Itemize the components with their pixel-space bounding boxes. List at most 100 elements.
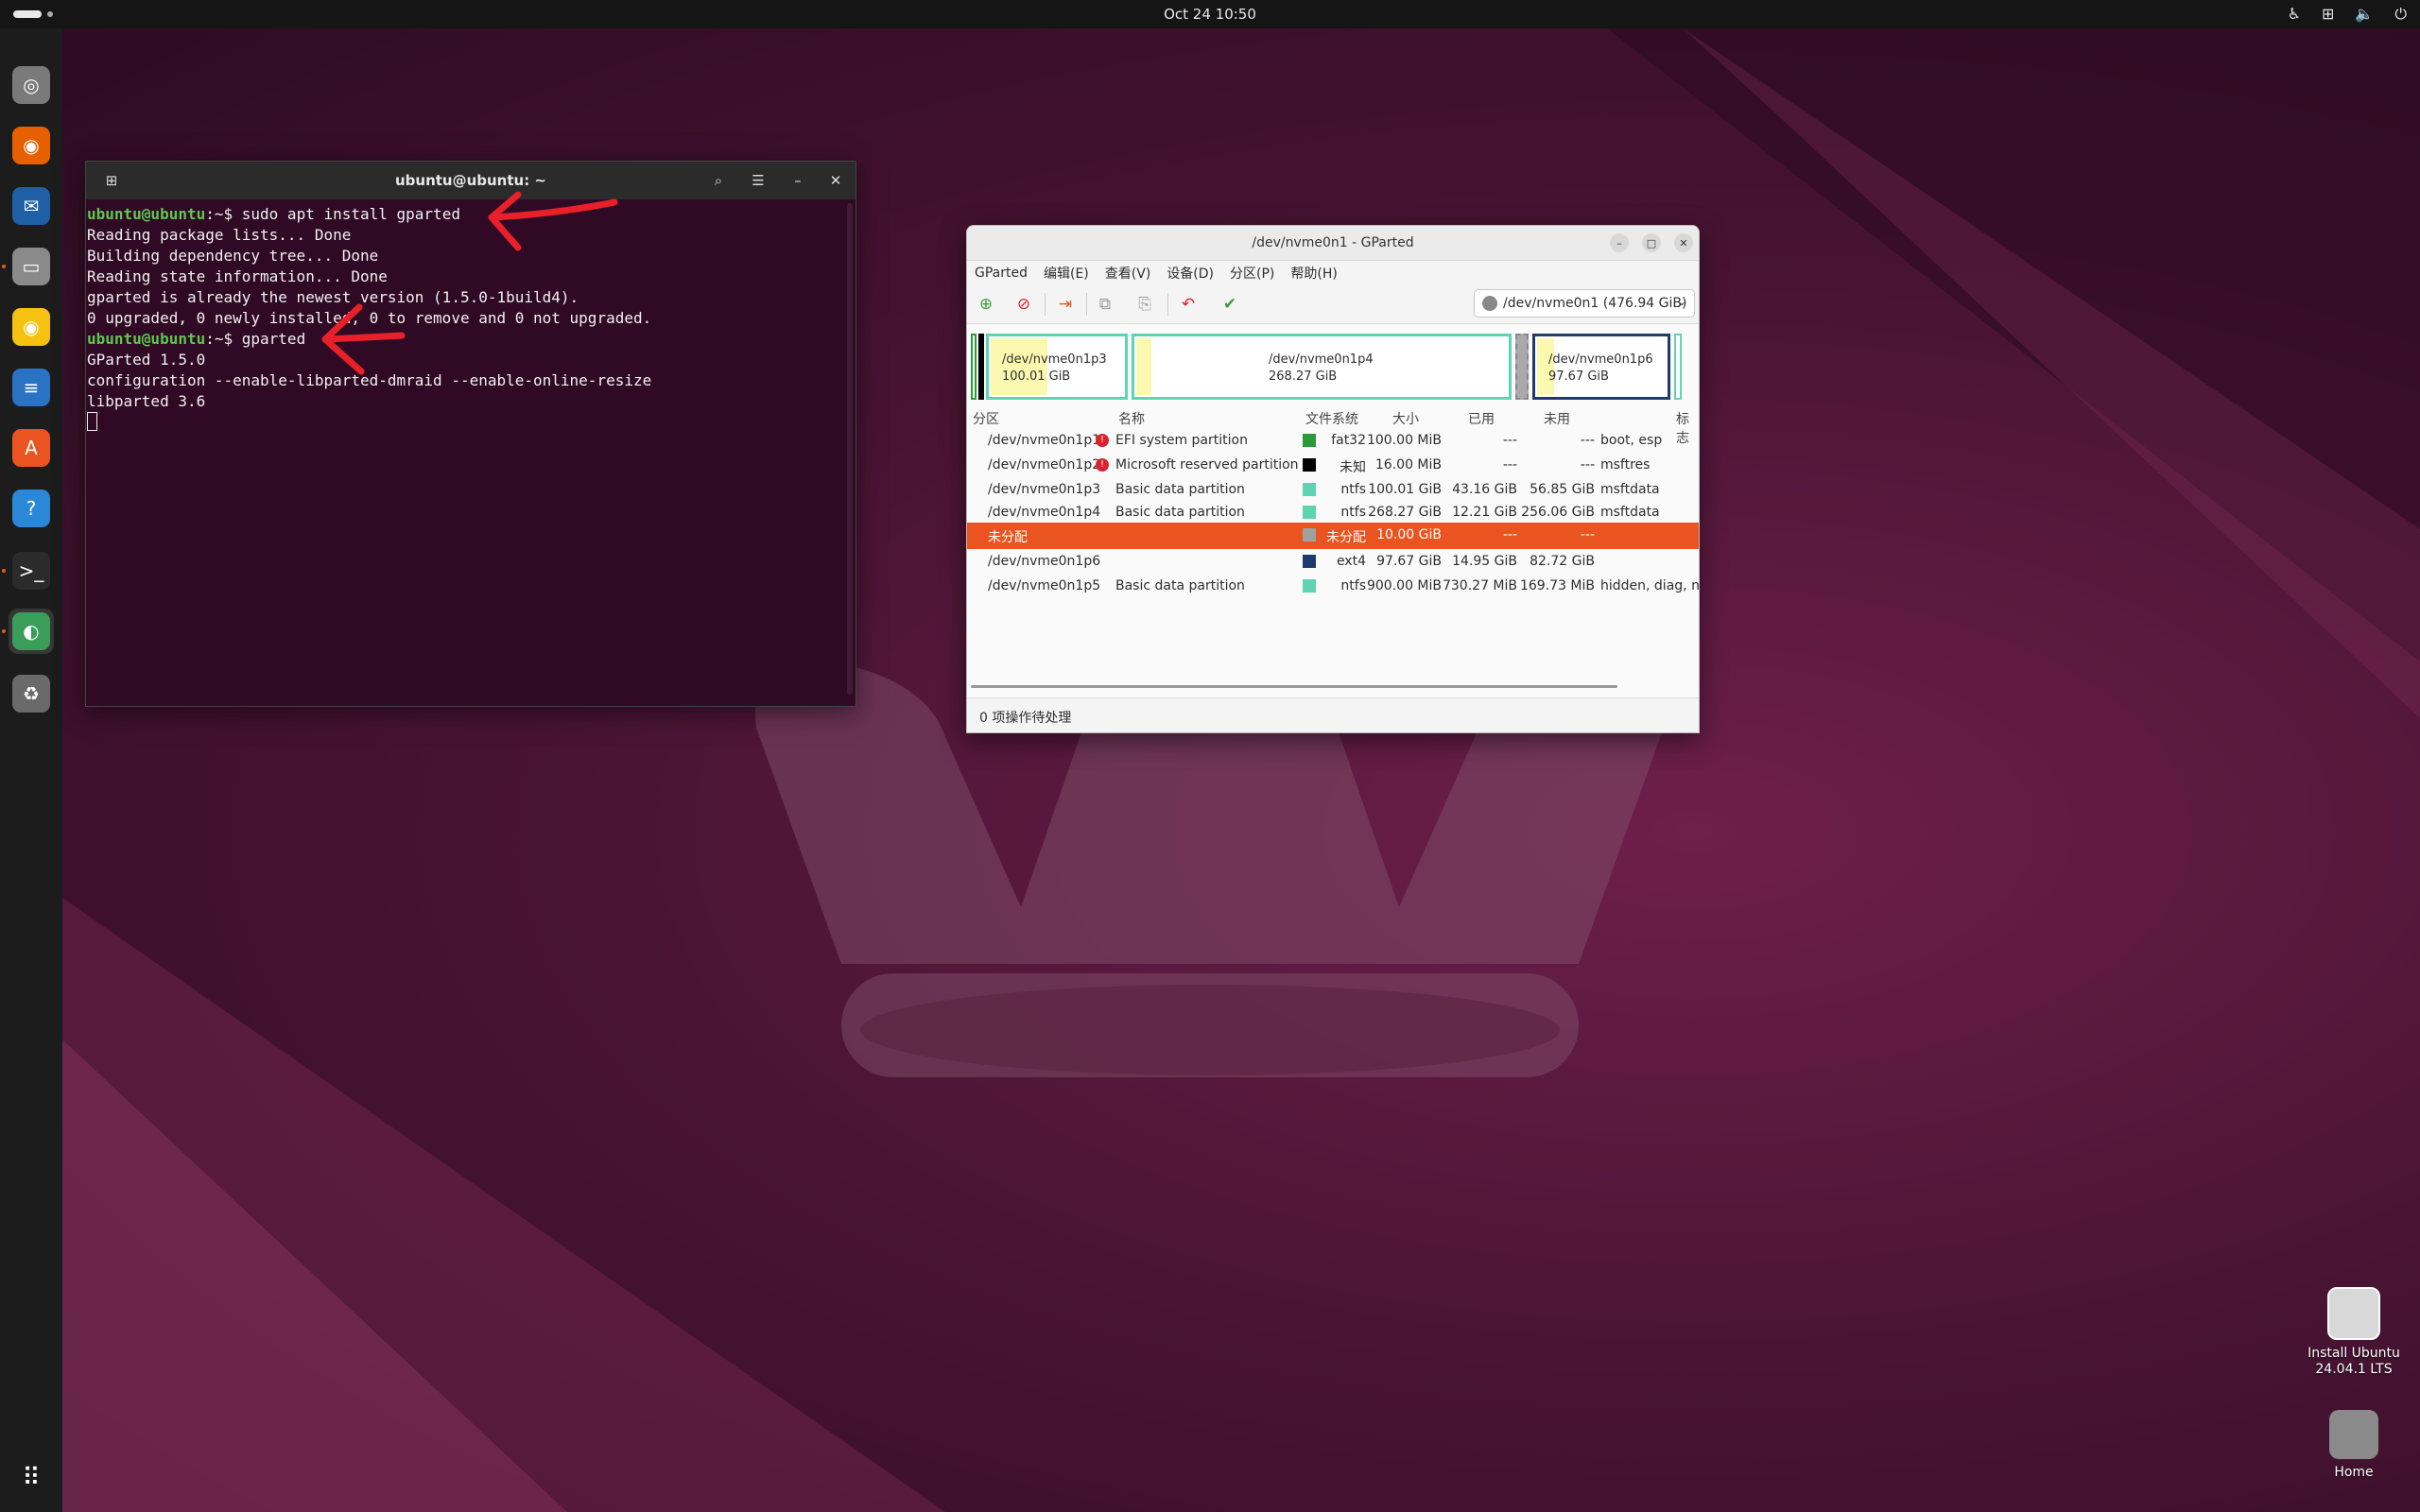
close-icon[interactable]: ✕	[1674, 233, 1693, 252]
menu-icon[interactable]: ☰	[746, 169, 770, 192]
gparted-title: /dev/nvme0n1 - GParted	[1252, 235, 1414, 250]
dock-libreoffice-writer[interactable]: ≡	[9, 365, 54, 410]
dock-terminal[interactable]: >_	[9, 548, 54, 593]
menu-edit[interactable]: 编辑(E)	[1044, 264, 1089, 283]
install-ubuntu-icon: ◎	[12, 66, 50, 104]
terminal-titlebar[interactable]: ⊞ ubuntu@ubuntu: ~ ⌕ ☰ – ✕ □	[86, 162, 856, 199]
minimize-icon[interactable]: –	[1610, 233, 1629, 252]
volume-icon[interactable]: 🔈	[2355, 5, 2374, 24]
dock-help[interactable]: ?	[9, 486, 54, 531]
cell-used: ---	[1502, 433, 1517, 448]
cell-used: ---	[1502, 457, 1517, 472]
menu-partition[interactable]: 分区(P)	[1230, 264, 1274, 283]
terminal-scrollbar[interactable]	[847, 203, 853, 695]
dock: ◎ ◉ ✉ ▭ ◉ ≡ A? >_ ◐ ♻ ⠿	[0, 28, 62, 1512]
prompt-sep: :~$	[205, 205, 242, 223]
system-tray[interactable]: ♿ ⊞ 🔈 ⏻	[2288, 5, 2407, 24]
menu-gparted[interactable]: GParted	[975, 266, 1028, 281]
map-segment-p2[interactable]	[978, 334, 984, 400]
new-partition-icon[interactable]: ⊕	[975, 293, 997, 316]
map-segment-p5[interactable]	[1674, 334, 1682, 400]
map-segment-p6[interactable]: /dev/nvme0n1p6 97.67 GiB	[1532, 334, 1670, 400]
cell-unused: 82.72 GiB	[1530, 554, 1595, 569]
device-selector[interactable]: /dev/nvme0n1 (476.94 GiB) ⌄	[1474, 289, 1695, 318]
table-header: 分区 名称 文件系统 大小 已用 未用 标志	[967, 407, 1699, 446]
copy-icon[interactable]: ⧉	[1094, 293, 1116, 316]
menu-device[interactable]: 设备(D)	[1167, 264, 1214, 283]
network-icon[interactable]: ⊞	[2322, 5, 2334, 24]
delete-partition-icon[interactable]: ⊘	[1012, 293, 1035, 316]
files-icon: ▭	[12, 248, 50, 285]
home-label: Home	[2334, 1465, 2374, 1480]
cell-size: 900.00 MiB	[1366, 578, 1442, 593]
map-segment-p4[interactable]: /dev/nvme0n1p4 268.27 GiB	[1132, 334, 1512, 400]
terminal-window[interactable]: ⊞ ubuntu@ubuntu: ~ ⌕ ☰ – ✕ □ ubuntu@ubun…	[85, 161, 856, 707]
cell-size: 100.00 MiB	[1366, 433, 1442, 448]
col-filesystem[interactable]: 文件系统	[1305, 409, 1358, 428]
output-line: Reading state information... Done	[87, 267, 388, 285]
menu-help[interactable]: 帮助(H)	[1290, 264, 1337, 283]
col-unused[interactable]: 未用	[1544, 409, 1570, 428]
gparted-titlebar[interactable]: /dev/nvme0n1 - GParted – □ ✕	[967, 226, 1699, 261]
col-used[interactable]: 已用	[1468, 409, 1495, 428]
firefox-icon: ◉	[12, 127, 50, 164]
filesystem-color-swatch	[1303, 434, 1316, 447]
terminal-title: ubuntu@ubuntu: ~	[394, 172, 547, 189]
cell-unused: ---	[1580, 433, 1595, 448]
desktop-icon-home[interactable]: Home	[2297, 1410, 2411, 1481]
dock-install-ubuntu[interactable]: ◎	[9, 62, 54, 108]
show-apps-button[interactable]: ⠿	[9, 1455, 54, 1501]
help-icon: ?	[12, 490, 50, 527]
dock-rhythmbox[interactable]: ◉	[9, 304, 54, 350]
power-icon[interactable]: ⏻	[2394, 5, 2407, 24]
running-indicator	[2, 629, 6, 633]
map-segment-p3[interactable]: /dev/nvme0n1p3 100.01 GiB	[986, 334, 1128, 400]
gparted-window[interactable]: /dev/nvme0n1 - GParted – □ ✕ GParted 编辑(…	[966, 225, 1700, 733]
col-partition[interactable]: 分区	[973, 409, 999, 428]
map-size: 100.01 GiB	[1002, 369, 1071, 384]
dock-files[interactable]: ▭	[9, 244, 54, 289]
prompt-user: ubuntu@ubuntu	[87, 330, 206, 348]
terminal-output[interactable]: ubuntu@ubuntu:~$ sudo apt install gparte…	[86, 199, 856, 434]
cell-name: Basic data partition	[1115, 482, 1245, 497]
apply-icon[interactable]: ✔	[1219, 293, 1241, 316]
paste-icon[interactable]: ⎘	[1133, 293, 1156, 316]
table-row[interactable]: /dev/nvme0n1p2! Microsoft reserved partit…	[967, 453, 1699, 477]
table-row[interactable]: 未分配 未分配 10.00 GiB --- ---	[967, 523, 1699, 549]
desktop-icon-install-ubuntu[interactable]: Install Ubuntu 24.04.1 LTS	[2297, 1287, 2411, 1378]
cell-partition: /dev/nvme0n1p1	[988, 433, 1101, 448]
dock-app-center[interactable]: A	[9, 425, 54, 471]
close-icon[interactable]: ✕	[823, 169, 848, 192]
search-icon[interactable]: ⌕	[706, 169, 731, 192]
annotation-arrow	[488, 191, 618, 251]
install-ubuntu-label-1: Install Ubuntu	[2308, 1346, 2400, 1361]
dock-thunderbird[interactable]: ✉	[9, 183, 54, 229]
menu-view[interactable]: 查看(V)	[1105, 264, 1151, 283]
map-segment-p1[interactable]	[971, 334, 977, 400]
output-line: Building dependency tree... Done	[87, 247, 379, 265]
col-name[interactable]: 名称	[1118, 409, 1145, 428]
table-row[interactable]: /dev/nvme0n1p5 Basic data partition ntfs 90…	[967, 574, 1699, 596]
cell-partition: /dev/nvme0n1p6	[988, 554, 1101, 569]
table-row[interactable]: /dev/nvme0n1p1! EFI system partition fat32…	[967, 428, 1699, 453]
col-size[interactable]: 大小	[1392, 409, 1419, 428]
undo-icon[interactable]: ↶	[1177, 293, 1200, 316]
cell-size: 97.67 GiB	[1376, 554, 1442, 569]
cell-flags: hidden, diag, no	[1600, 578, 1700, 593]
map-segment-unallocated[interactable]	[1515, 334, 1529, 400]
dock-trash[interactable]: ♻	[9, 671, 54, 716]
table-row[interactable]: /dev/nvme0n1p3 Basic data partition ntfs 10…	[967, 477, 1699, 500]
cell-partition: /dev/nvme0n1p4	[988, 505, 1101, 520]
minimize-icon[interactable]: –	[786, 169, 810, 192]
resize-move-icon[interactable]: ⇥	[1054, 293, 1077, 316]
filesystem-color-swatch	[1303, 579, 1316, 593]
accessibility-icon[interactable]: ♿	[2288, 5, 2301, 24]
maximize-icon[interactable]: □	[1642, 233, 1661, 252]
dock-firefox[interactable]: ◉	[9, 123, 54, 168]
dock-gparted[interactable]: ◐	[9, 609, 54, 654]
cell-unused: 56.85 GiB	[1530, 482, 1595, 497]
horizontal-scrollbar[interactable]	[971, 685, 1617, 688]
clock[interactable]: Oct 24 10:50	[0, 6, 2420, 23]
table-row[interactable]: /dev/nvme0n1p6 ext4 97.67 GiB 14.95 GiB 82.7…	[967, 549, 1699, 574]
table-row[interactable]: /dev/nvme0n1p4 Basic data partition ntfs 26…	[967, 500, 1699, 523]
